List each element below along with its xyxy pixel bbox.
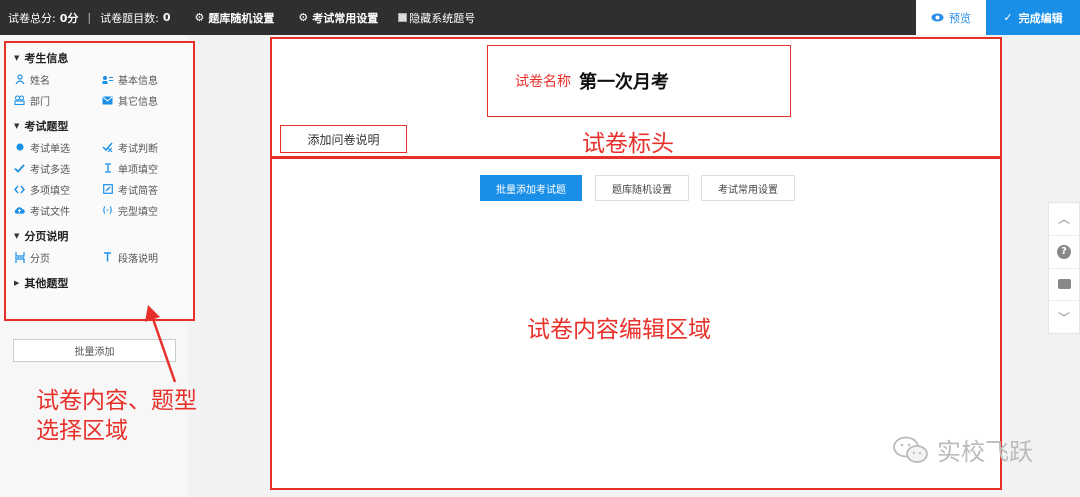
- section-title[interactable]: ▼ 考生信息: [14, 49, 185, 67]
- item-single-blank[interactable]: 单项填空: [102, 159, 190, 177]
- eye-icon: [931, 13, 944, 22]
- random-setting-label: 题库随机设置: [208, 11, 275, 25]
- item-multi-blank[interactable]: 多项填空: [14, 180, 102, 198]
- item-grid: 姓名 基本信息 部门 其它信息: [14, 70, 185, 109]
- checkbox-icon[interactable]: [398, 13, 408, 22]
- random-setting-button[interactable]: ⚙ 题库随机设置: [194, 10, 274, 26]
- chevron-down-icon: ﹀: [1057, 310, 1070, 325]
- watermark-text: 实校飞跃: [937, 438, 1033, 466]
- section-question-types: ▼ 考试题型 考试单选 考试判断 考试多选 单项填空 多项填空 考试简答 考试文件: [6, 117, 193, 219]
- chat-icon: [1057, 279, 1071, 290]
- checkmark-icon: ✓: [1003, 11, 1013, 24]
- finish-edit-button[interactable]: ✓ 完成编辑: [986, 0, 1080, 35]
- annotation-content: 试卷内容编辑区域: [527, 317, 711, 343]
- triangle-right-icon: ▶: [14, 279, 20, 287]
- item-paragraph-note[interactable]: 段落说明: [102, 248, 190, 266]
- item-grid: 考试单选 考试判断 考试多选 单项填空 多项填空 考试简答 考试文件 完型填空: [14, 138, 185, 219]
- annotation-left: 试卷内容、题型 选择区域: [36, 386, 236, 446]
- section-title[interactable]: ▼ 分页说明: [14, 227, 185, 245]
- section-title[interactable]: ▼ 考试题型: [14, 117, 185, 135]
- scroll-down-button[interactable]: ﹀: [1049, 301, 1079, 333]
- exam-title-field[interactable]: 试卷名称 第一次月考: [487, 45, 791, 117]
- exam-title-label: 试卷名称: [515, 74, 571, 90]
- text-cursor-icon: [102, 163, 113, 174]
- count-label: 试卷题目数:: [100, 11, 159, 25]
- radio-dot-icon: [14, 142, 25, 153]
- triangle-down-icon: ▼: [14, 54, 20, 62]
- item-file-upload[interactable]: 考试文件: [14, 201, 102, 219]
- floating-toolbar: ︿ ? ﹀: [1048, 202, 1080, 334]
- common-setting-label: 考试常用设置: [312, 11, 379, 25]
- item-cloze[interactable]: 完型填空: [102, 201, 190, 219]
- batch-add-button[interactable]: 批量添加: [13, 339, 176, 362]
- batch-add-questions-button[interactable]: 批量添加考试题: [480, 175, 582, 201]
- preview-button[interactable]: 预览: [916, 0, 986, 35]
- annotation-left-line1: 试卷内容、题型: [36, 388, 197, 414]
- item-department[interactable]: 部门: [14, 91, 102, 109]
- add-description-button[interactable]: 添加问卷说明: [280, 125, 407, 153]
- item-name[interactable]: 姓名: [14, 70, 102, 88]
- code-icon: [14, 184, 25, 195]
- item-other-info[interactable]: 其它信息: [102, 91, 190, 109]
- id-card-icon: [102, 74, 113, 85]
- mail-icon: [102, 95, 113, 106]
- item-grid: 分页 段落说明: [14, 248, 185, 266]
- common-setting-secondary-button[interactable]: 考试常用设置: [701, 175, 795, 201]
- exam-title-value[interactable]: 第一次月考: [579, 68, 669, 94]
- edit-doc-icon: [102, 184, 113, 195]
- exam-stats: 试卷总分: 0分 | 试卷题目数: 0: [0, 10, 170, 26]
- cloud-upload-icon: [14, 205, 25, 216]
- check-icon: [14, 163, 25, 174]
- item-basic-info[interactable]: 基本信息: [102, 70, 190, 88]
- question-icon: ?: [1057, 244, 1071, 259]
- bracket-dots-icon: [102, 205, 113, 216]
- triangle-down-icon: ▼: [14, 232, 20, 240]
- item-single-choice[interactable]: 考试单选: [14, 138, 102, 156]
- finish-edit-label: 完成编辑: [1018, 11, 1063, 25]
- section-pagination: ▼ 分页说明 分页 段落说明: [6, 227, 193, 266]
- page-break-icon: [14, 251, 25, 263]
- help-button[interactable]: ?: [1049, 236, 1079, 269]
- annotation-left-line2: 选择区域: [36, 418, 128, 444]
- score-label: 试卷总分:: [8, 11, 56, 25]
- person-icon: [14, 74, 25, 85]
- scroll-up-button[interactable]: ︿: [1049, 203, 1079, 236]
- count-value: 0: [162, 11, 171, 24]
- preview-label: 预览: [949, 11, 971, 25]
- judge-icon: [102, 142, 113, 153]
- gear-icon: ⚙: [194, 11, 205, 24]
- section-title[interactable]: ▶ 其他题型: [14, 274, 185, 292]
- score-value: 0分: [59, 11, 79, 25]
- feedback-button[interactable]: [1049, 269, 1079, 302]
- common-setting-button[interactable]: ⚙ 考试常用设置: [298, 10, 378, 26]
- item-multi-choice[interactable]: 考试多选: [14, 159, 102, 177]
- wechat-icon: [893, 436, 928, 463]
- section-examinee-info: ▼ 考生信息 姓名 基本信息 部门 其它信息: [6, 49, 193, 109]
- random-setting-secondary-button[interactable]: 题库随机设置: [595, 175, 689, 201]
- text-t-icon: [102, 252, 113, 263]
- gear-icon: ⚙: [298, 11, 309, 24]
- triangle-down-icon: ▼: [14, 122, 20, 130]
- annotation-header: 试卷标头: [582, 131, 674, 157]
- watermark: 实校飞跃: [893, 432, 1033, 467]
- question-type-panel: ▼考生信息 姓名 基本信息 部门 其它信息 ▼考试题型 考试单选 考试判断: [4, 41, 195, 321]
- section-other-types: ▶ 其他题型: [6, 274, 193, 292]
- item-short-answer[interactable]: 考试简答: [102, 180, 190, 198]
- hide-number-label: 隐藏系统题号: [409, 11, 476, 25]
- item-true-false[interactable]: 考试判断: [102, 138, 190, 156]
- chevron-up-icon: ︿: [1057, 212, 1070, 227]
- group-icon: [14, 95, 25, 106]
- item-page-break[interactable]: 分页: [14, 248, 102, 266]
- hide-number-toggle[interactable]: 隐藏系统题号: [398, 10, 475, 26]
- stats-separator: |: [87, 11, 92, 24]
